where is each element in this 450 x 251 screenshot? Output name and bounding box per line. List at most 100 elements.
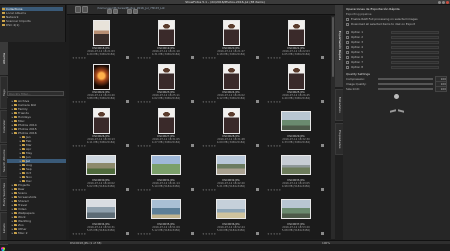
album-filter-input[interactable] xyxy=(7,91,64,96)
forward-button[interactable] xyxy=(82,6,88,13)
view-mode-button[interactable] xyxy=(107,9,112,14)
photo-thumbnail[interactable] xyxy=(157,107,175,134)
rating-stars[interactable]: ✦✦✦✦✦ xyxy=(267,56,282,60)
thumbnail-item[interactable]: DSC0026.JPG 2016-07-12 18:30:13 4.11 MB (3… xyxy=(71,105,131,148)
photo-thumbnail[interactable] xyxy=(222,63,240,90)
trash-icon[interactable] xyxy=(191,144,194,147)
trash-icon[interactable] xyxy=(191,100,194,103)
rating-stars[interactable]: ✦✦✦✦✦ xyxy=(72,232,87,236)
thumbnail-item[interactable]: DSC0018.JPG 2016-07-12 18:21:03 4.20 MB (3… xyxy=(71,17,131,60)
back-button[interactable] xyxy=(75,6,81,13)
option-slot[interactable] xyxy=(391,45,439,49)
trash-icon[interactable] xyxy=(256,56,259,59)
left-tab-albums[interactable]: Albums xyxy=(0,42,8,75)
trash-icon[interactable] xyxy=(321,188,324,191)
export-option[interactable]: Option 4 xyxy=(346,45,447,49)
rating-stars[interactable]: ✦✦✦✦✦ xyxy=(267,232,282,236)
rating-stars[interactable]: ✦✦✦✦✦ xyxy=(72,56,87,60)
export-option[interactable]: Option 5 xyxy=(346,50,447,54)
rating-stars[interactable]: ✦✦✦✦✦ xyxy=(202,232,217,236)
trash-icon[interactable] xyxy=(191,56,194,59)
collection-item[interactable]: DSC 4(1) xyxy=(2,23,63,27)
trash-icon[interactable] xyxy=(126,144,129,147)
close-icon[interactable] xyxy=(446,1,449,4)
trash-icon[interactable] xyxy=(126,100,129,103)
rating-stars[interactable]: ✦✦✦✦✦ xyxy=(72,188,87,192)
thumbnail-item[interactable]: DSC0034.JPG 2016-07-12 18:50:31 5.05 MB (5… xyxy=(71,193,131,236)
option-checkbox[interactable] xyxy=(346,60,349,64)
photo-thumbnail[interactable] xyxy=(287,63,305,90)
trash-icon[interactable] xyxy=(191,188,194,191)
thumbnail-item[interactable]: DSC0035.JPG 2016-07-12 18:51:09 5.12 MB (5… xyxy=(136,193,196,236)
export-option[interactable]: Option 1 xyxy=(346,30,447,34)
photo-thumbnail[interactable] xyxy=(216,154,246,175)
photo-thumbnail[interactable] xyxy=(92,63,110,90)
thumbnail-item[interactable]: DSC0022.JPG 2016-07-12 18:24:40 3.88 MB (3… xyxy=(71,61,131,104)
photo-thumbnail[interactable] xyxy=(281,198,311,219)
rating-stars[interactable]: ✦✦✦✦✦ xyxy=(267,144,282,148)
zoom-out-button[interactable] xyxy=(133,9,138,14)
rating-stars[interactable]: ✦✦✦✦✦ xyxy=(202,100,217,104)
option-slot[interactable] xyxy=(391,40,439,44)
export-option[interactable]: Option 6 xyxy=(346,55,447,59)
option-checkbox[interactable] xyxy=(346,35,349,39)
color-wheel-icon[interactable] xyxy=(1,247,5,251)
trash-icon[interactable] xyxy=(256,232,259,235)
tree-item[interactable]: ▸ Misc 2 xyxy=(7,231,66,235)
option-slot[interactable] xyxy=(391,60,439,64)
option-checkbox[interactable] xyxy=(346,40,349,44)
rating-stars[interactable]: ✦✦✦✦✦ xyxy=(202,188,217,192)
thumbnail-item[interactable]: DSC0030.JPG 2016-07-12 18:40:02 5.02 MB (5… xyxy=(71,149,131,192)
thumbnail-item[interactable]: DSC0023.JPG 2016-07-12 18:25:11 4.02 MB (3… xyxy=(136,61,196,104)
trash-icon[interactable] xyxy=(321,56,324,59)
thumbnail-item[interactable]: DSC0028.JPG 2016-07-12 18:31:48 4.09 MB (3… xyxy=(201,105,261,148)
trash-icon[interactable] xyxy=(256,188,259,191)
photo-thumbnail[interactable] xyxy=(151,154,181,175)
maximize-icon[interactable] xyxy=(442,1,445,4)
sort-button[interactable] xyxy=(113,9,118,14)
photo-thumbnail[interactable] xyxy=(281,110,311,131)
trash-icon[interactable] xyxy=(191,232,194,235)
photo-thumbnail[interactable] xyxy=(92,19,110,46)
download-option[interactable]: Download all selected items to disk on E… xyxy=(346,22,447,26)
trash-icon[interactable] xyxy=(126,232,129,235)
option-checkbox[interactable] xyxy=(346,65,349,69)
thumbnail-item[interactable]: DSC0037.JPG 2016-07-12 18:53:20 5.08 MB (5… xyxy=(266,193,326,236)
trash-icon[interactable] xyxy=(126,188,129,191)
thumbnail-item[interactable]: DSC0029.JPG 2016-07-12 18:32:30 4.33 MB (3… xyxy=(266,105,326,148)
settings-gear-icon[interactable] xyxy=(394,94,399,99)
rating-stars[interactable]: ✦✦✦✦✦ xyxy=(267,100,282,104)
thumbnail-item[interactable]: DSC0031.JPG 2016-07-12 18:41:14 5.10 MB (5… xyxy=(136,149,196,192)
export-option[interactable]: Option 8 xyxy=(346,65,447,69)
trash-icon[interactable] xyxy=(256,144,259,147)
download-checkbox[interactable] xyxy=(346,22,349,26)
thumbnail-item[interactable]: DSC0032.JPG 2016-07-12 18:42:20 5.21 MB (5… xyxy=(201,149,261,192)
thumbnail-item[interactable]: DSC0027.JPG 2016-07-12 18:31:05 4.27 MB (3… xyxy=(136,105,196,148)
trash-icon[interactable] xyxy=(321,144,324,147)
photo-thumbnail[interactable] xyxy=(287,19,305,46)
raw-processing-checkbox[interactable] xyxy=(346,17,349,21)
thumbnail-item[interactable]: DSC0036.JPG 2016-07-12 18:52:44 5.00 MB (5… xyxy=(201,193,261,236)
export-option[interactable]: Option 3 xyxy=(346,40,447,44)
quality-slider[interactable] xyxy=(378,77,433,80)
thumbnail-item[interactable]: DSC0033.JPG 2016-07-12 18:43:05 4.98 MB (5… xyxy=(266,149,326,192)
quality-slider[interactable] xyxy=(378,82,433,85)
rating-stars[interactable]: ✦✦✦✦✦ xyxy=(72,144,87,148)
photo-thumbnail[interactable] xyxy=(151,198,181,219)
photo-thumbnail[interactable] xyxy=(281,154,311,175)
quality-slider[interactable] xyxy=(378,87,433,90)
rating-stars[interactable]: ✦✦✦✦✦ xyxy=(137,56,152,60)
rating-stars[interactable]: ✦✦✦✦✦ xyxy=(137,144,152,148)
grid-scrollbar-thumb[interactable] xyxy=(332,17,334,77)
quality-value[interactable]: 100 xyxy=(435,85,447,92)
raw-processing-option[interactable]: Enable RAW Full processing on selected i… xyxy=(346,17,447,21)
zoom-in-button[interactable] xyxy=(127,9,132,14)
rating-stars[interactable]: ✦✦✦✦✦ xyxy=(72,100,87,104)
thumbnail-item[interactable]: DSC0019.JPG 2016-07-12 18:21:10 4.31 MB (3… xyxy=(136,17,196,60)
photo-thumbnail[interactable] xyxy=(92,107,110,134)
option-slot[interactable] xyxy=(391,50,439,54)
thumbnail-item[interactable]: DSC0024.JPG 2016-07-12 18:26:02 4.12 MB (3… xyxy=(201,61,261,104)
photo-thumbnail[interactable] xyxy=(86,198,116,219)
option-slot[interactable] xyxy=(391,55,439,59)
option-slot[interactable] xyxy=(391,30,439,34)
